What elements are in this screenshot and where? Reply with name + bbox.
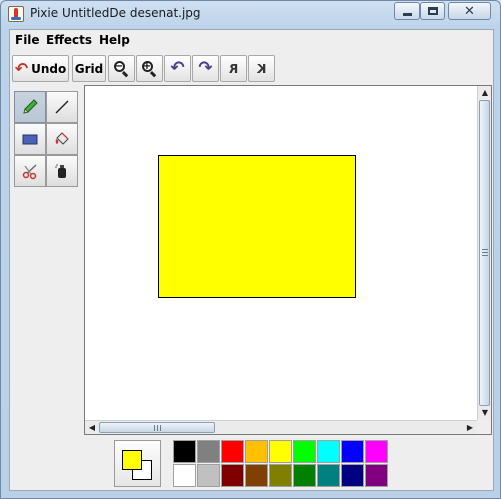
cut-tool[interactable] — [14, 155, 46, 187]
rotate-left-button[interactable]: ↶ — [164, 55, 191, 82]
canvas-viewport: ▲ ▼ ◀ ▶ — [84, 85, 492, 435]
rectangle-tool[interactable] — [14, 123, 46, 155]
undo-label: Undo — [31, 61, 67, 76]
horizontal-scroll-thumb[interactable] — [99, 422, 215, 433]
client-area: File Effects Help ↶ Undo Grid − + ↶ ↷ R … — [9, 29, 494, 491]
color-palette — [173, 440, 392, 488]
close-icon: ✕ — [464, 3, 475, 19]
fill-tool[interactable] — [46, 123, 78, 155]
line-icon — [55, 100, 69, 114]
undo-button[interactable]: ↶ Undo — [12, 55, 69, 82]
tool-palette — [14, 91, 78, 187]
flip-horizontal-button[interactable]: R — [220, 55, 247, 82]
rotate-left-icon: ↶ — [170, 58, 185, 78]
grid-label: Grid — [74, 61, 104, 76]
maximize-icon — [427, 7, 438, 15]
palette-color-swatch[interactable] — [341, 464, 364, 487]
palette-color-swatch[interactable] — [365, 464, 388, 487]
zoom-in-button[interactable]: + — [136, 55, 163, 82]
current-colors[interactable] — [114, 440, 161, 487]
foreground-color-swatch[interactable] — [122, 450, 142, 470]
scroll-up-icon[interactable]: ▲ — [478, 86, 492, 100]
palette-color-swatch[interactable] — [173, 464, 196, 487]
app-window: Pixie UntitledDe desenat.jpg ✕ File Effe… — [0, 0, 501, 499]
toolbar: ↶ Undo Grid − + ↶ ↷ R K — [10, 52, 493, 84]
scroll-corner — [477, 420, 491, 434]
window-title: Pixie UntitledDe desenat.jpg — [30, 6, 201, 20]
menu-help[interactable]: Help — [99, 33, 130, 47]
palette-color-swatch[interactable] — [341, 440, 364, 463]
drawing-canvas[interactable] — [85, 86, 477, 420]
flip-vertical-icon: K — [256, 61, 267, 76]
palette-color-swatch[interactable] — [317, 440, 340, 463]
palette-color-swatch[interactable] — [269, 464, 292, 487]
flip-horizontal-icon: R — [228, 61, 239, 76]
scroll-right-icon[interactable]: ▶ — [463, 421, 477, 435]
zoom-in-icon: + — [141, 60, 158, 77]
app-icon — [8, 6, 24, 22]
palette-color-swatch[interactable] — [197, 464, 220, 487]
menu-bar: File Effects Help — [10, 30, 493, 52]
scissors-icon — [22, 164, 37, 180]
spray-tool[interactable] — [46, 155, 78, 187]
scroll-down-icon[interactable]: ▼ — [478, 406, 492, 420]
zoom-out-button[interactable]: − — [108, 55, 135, 82]
flip-vertical-button[interactable]: K — [248, 55, 275, 82]
rectangle-icon — [22, 134, 38, 145]
close-button[interactable]: ✕ — [448, 2, 491, 20]
vertical-scroll-thumb[interactable] — [479, 100, 490, 406]
undo-icon: ↶ — [14, 58, 29, 78]
yellow-rectangle-shape — [158, 155, 356, 298]
minimize-icon — [402, 12, 412, 16]
scroll-left-icon[interactable]: ◀ — [85, 421, 99, 435]
zoom-out-icon: − — [113, 60, 130, 77]
minimize-button[interactable] — [394, 2, 420, 20]
palette-color-swatch[interactable] — [173, 440, 196, 463]
pencil-tool[interactable] — [14, 91, 46, 123]
palette-color-swatch[interactable] — [245, 464, 268, 487]
line-tool[interactable] — [46, 91, 78, 123]
rotate-right-button[interactable]: ↷ — [192, 55, 219, 82]
palette-color-swatch[interactable] — [221, 464, 244, 487]
rotate-right-icon: ↷ — [198, 58, 213, 78]
menu-effects[interactable]: Effects — [46, 33, 92, 47]
palette-color-swatch[interactable] — [293, 464, 316, 487]
title-bar: Pixie UntitledDe desenat.jpg ✕ — [1, 1, 500, 29]
paint-bucket-icon — [55, 132, 69, 145]
maximize-button[interactable] — [420, 2, 445, 20]
vertical-scrollbar[interactable]: ▲ ▼ — [477, 86, 491, 420]
palette-color-swatch[interactable] — [293, 440, 316, 463]
palette-color-swatch[interactable] — [365, 440, 388, 463]
menu-file[interactable]: File — [15, 33, 40, 47]
palette-color-swatch[interactable] — [317, 464, 340, 487]
palette-color-swatch[interactable] — [221, 440, 244, 463]
palette-color-swatch[interactable] — [245, 440, 268, 463]
grid-button[interactable]: Grid — [72, 55, 106, 82]
horizontal-scrollbar[interactable]: ◀ ▶ — [85, 420, 477, 434]
color-bar — [10, 437, 493, 490]
palette-color-swatch[interactable] — [269, 440, 292, 463]
palette-color-swatch[interactable] — [197, 440, 220, 463]
spray-can-icon — [55, 164, 66, 178]
pencil-icon — [23, 99, 38, 114]
